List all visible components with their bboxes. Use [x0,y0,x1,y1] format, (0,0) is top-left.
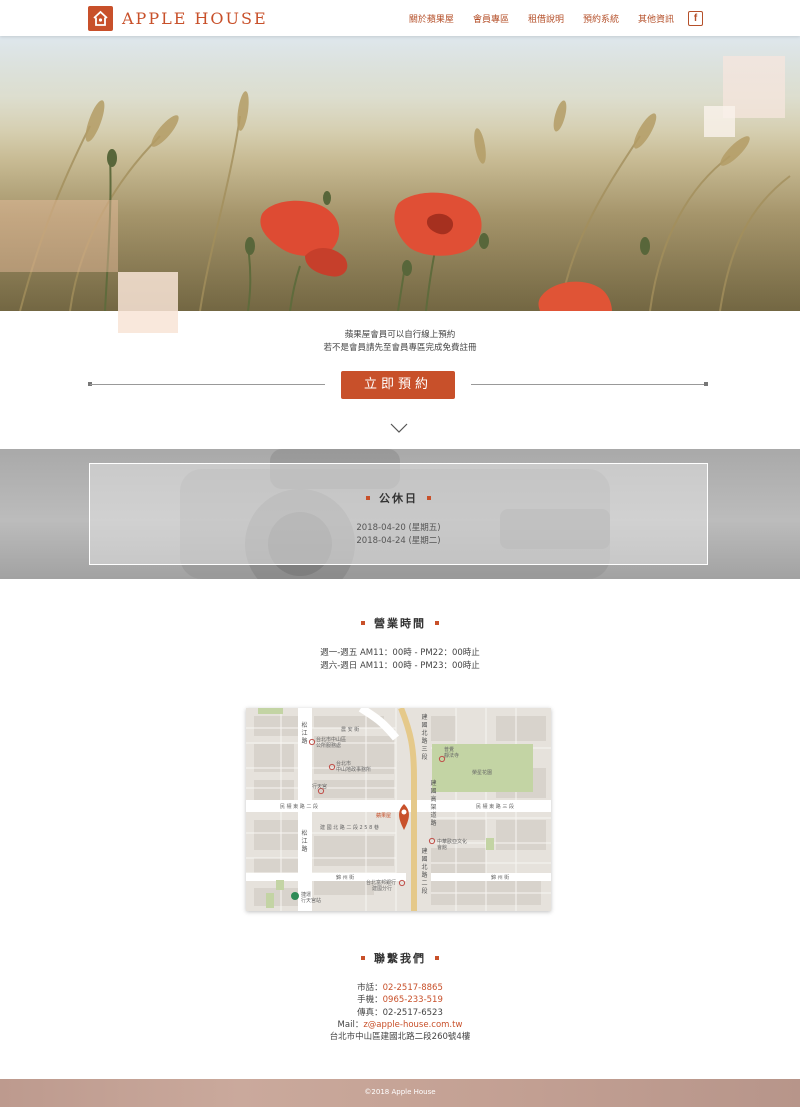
holiday-title-text: 公休日 [379,492,418,505]
hero-deco-square-2 [118,272,178,311]
title-square-right [435,956,439,960]
map-label-minquan-3: 民 權 東 路 三 段 [476,804,514,810]
map-label-xingtian: 行天宮 [312,784,328,790]
page: APPLE HOUSE 關於蘋果屋 會員專區 租借說明 預約系統 其他資訊 f [0,0,800,1107]
map-label-jianguo-lane: 建 國 北 路 二 段 2 5 8 巷 [320,825,379,831]
map-label-jinzhou: 錦 州 街 [336,875,355,881]
hours-text: 週一-週五 AM11：00時 - PM22：00時止 週六-週日 AM11：00… [0,647,800,673]
footer-copyright: ©2018 Apple House [364,1088,436,1096]
nav-item-rental[interactable]: 租借說明 [528,12,564,25]
logo[interactable]: APPLE HOUSE [88,6,268,31]
map-label-bank-b: 建國分行 [372,886,393,892]
nav-item-about[interactable]: 關於蘋果屋 [409,12,454,25]
hero-deco-square-1 [0,200,118,272]
contact-title: 聯繫我們 [0,950,800,966]
contact-mobile-row: 手機：0965-233-519 [0,994,800,1006]
contact-info: 市話：02-2517-8865 手機：0965-233-519 傳真：02-25… [0,982,800,1043]
contact-address: 台北市中山區建國北路二段260號4樓 [329,1032,471,1043]
phone-link[interactable]: 02-2517-8865 [383,983,443,993]
hours-weekend: 週六-週日 AM11：00時 - PM23：00時止 [320,661,480,671]
divider-line-left [90,384,325,385]
contact-phone-row: 市話：02-2517-8865 [0,982,800,994]
map-label-jianguo-mid: 建國高架道路 [430,780,437,827]
facebook-icon[interactable]: f [688,11,703,26]
map-label-office-1b: 公所服務處 [316,743,342,749]
site-footer: ©2018 Apple House [0,1079,800,1107]
holiday-dates: 2018-04-20 (星期五) 2018-04-24 (星期二) [90,522,707,548]
holiday-date-1: 2018-04-20 (星期五) [356,523,441,533]
nav-item-other[interactable]: 其他資訊 [638,12,674,25]
map-label-minquan: 民 權 東 路 二 段 [280,804,318,810]
hours-weekday: 週一-週五 AM11：00時 - PM22：00時止 [320,648,480,658]
contact-title-text: 聯繫我們 [374,952,426,965]
map-label-songjiang-bottom: 松江路 [301,830,308,853]
logo-text: APPLE HOUSE [122,9,268,28]
mobile-link[interactable]: 0965-233-519 [383,995,443,1005]
intro-line-2: 若不是會員請先至會員專區完成免費註冊 [323,343,477,353]
house-logo-icon [88,6,113,31]
fax-label: 傳真： [357,1007,383,1018]
map-label-nong-an: 農 安 街 [341,727,360,733]
phone-label: 市話： [357,983,383,993]
site-header: APPLE HOUSE 關於蘋果屋 會員專區 租借說明 預約系統 其他資訊 f [0,0,800,36]
contact-fax-row: 傳真：02-2517-6523 [0,1007,800,1019]
intro-line-1: 蘋果屋會員可以自行線上預約 [344,330,456,340]
nav-item-booking[interactable]: 預約系統 [583,12,619,25]
fax-value: 02-2517-6523 [382,1007,443,1018]
holiday-title: 公休日 [90,490,707,506]
map-label-mrt-b: 行天宮站 [301,898,322,904]
mail-label: Mail： [337,1019,364,1030]
map-label-jianguo-top: 建國北路三段 [421,714,428,761]
map-label-apple-house: 蘋果屋 [376,813,392,819]
title-square-left [366,496,370,500]
map-label-jinzhou-2: 錦 州 街 [491,875,510,881]
nav-item-member[interactable]: 會員專區 [473,12,509,25]
title-square-left [361,621,365,625]
mail-link[interactable]: z@apple-house.com.tw [363,1020,462,1030]
contact-mail-row: Mail：z@apple-house.com.tw [0,1019,800,1031]
chevron-down-icon[interactable] [390,419,408,438]
hours-title-text: 營業時間 [374,617,426,630]
intro-text: 蘋果屋會員可以自行線上預約 若不是會員請先至會員專區完成免費註冊 [0,329,800,355]
divider-line-right [471,384,706,385]
hours-title: 營業時間 [0,615,800,631]
mobile-label: 手機： [357,995,383,1006]
map-label-jianguo-bottom: 建國北路二段 [421,848,428,895]
hero-deco-square-4 [704,106,735,137]
holiday-date-2: 2018-04-24 (星期二) [356,536,441,546]
holiday-box: 公休日 2018-04-20 (星期五) 2018-04-24 (星期二) [89,463,708,565]
title-square-right [427,496,431,500]
reserve-button[interactable]: 立即預約 [341,371,455,399]
map-label-cultural-b: 會館 [437,845,448,851]
title-square-left [361,956,365,960]
title-square-right [435,621,439,625]
hero-image [0,36,800,311]
main-nav: 關於蘋果屋 會員專區 租借說明 預約系統 其他資訊 f [390,11,703,26]
map-label-temple-2: 靜法寺 [444,753,460,759]
map-label-office-2b: 中山地政事務所 [336,767,372,773]
map-label-park: 榮星花園 [472,770,493,776]
divider-dot-right [704,382,708,386]
location-map[interactable]: 農 安 街 台北市中山區 公所服務處 台北市 中山地政事務所 行天宮 普覺 靜法… [246,708,551,911]
map-label-songjiang-top: 松江路 [301,722,308,745]
